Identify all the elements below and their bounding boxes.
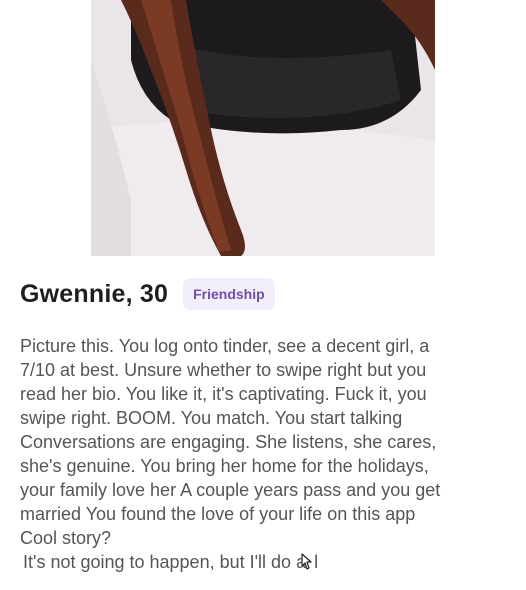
profile-bio-tail: It's not going to happen, but I'll do a l [23,550,318,574]
profile-name-age: Gwennie, 30 [20,279,169,308]
bio-tail-text: It's not going to happen, but I'll do a [23,552,307,572]
relationship-intent-badge: Friendship [183,278,275,310]
profile-photo[interactable] [91,0,435,256]
profile-bio: Picture this. You log onto tinder, see a… [20,336,441,548]
pointer-cursor-icon [298,553,314,571]
profile-photo-image [91,0,435,256]
profile-header: Gwennie, 30 Friendship [20,278,275,310]
bio-tail-end-text: l [314,552,319,572]
